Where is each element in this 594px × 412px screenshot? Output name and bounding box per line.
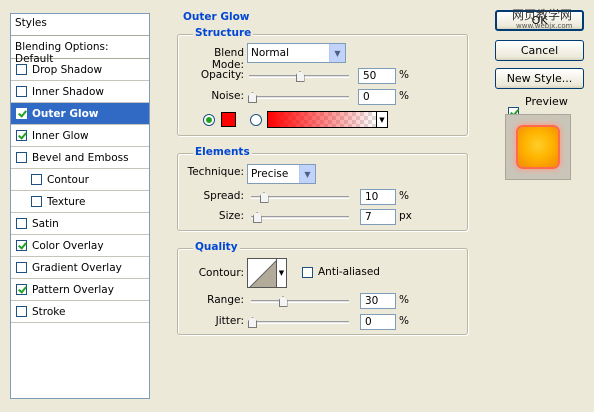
style-item-label: Inner Shadow xyxy=(32,85,104,98)
style-item-label: Color Overlay xyxy=(32,239,104,252)
style-item[interactable]: Satin xyxy=(11,213,149,235)
technique-label: Technique: xyxy=(187,166,244,178)
range-input[interactable]: 30 xyxy=(360,293,396,309)
technique-value: Precise xyxy=(251,168,289,180)
size-unit: px xyxy=(399,210,412,222)
range-unit: % xyxy=(399,294,409,306)
gradient-picker[interactable] xyxy=(267,111,377,128)
opacity-input[interactable]: 50 xyxy=(358,68,396,84)
style-item-label: Bevel and Emboss xyxy=(32,151,129,164)
style-checkbox[interactable] xyxy=(16,108,27,119)
style-checkbox[interactable] xyxy=(16,262,27,273)
elements-title: Elements xyxy=(193,146,252,158)
size-input[interactable]: 7 xyxy=(360,209,396,225)
spread-input[interactable]: 10 xyxy=(360,189,396,205)
anti-aliased-checkbox[interactable] xyxy=(302,267,313,278)
anti-aliased-label: Anti-aliased xyxy=(318,266,380,278)
style-preview-box xyxy=(505,114,571,180)
style-checkbox[interactable] xyxy=(31,174,42,185)
noise-unit: % xyxy=(399,90,409,102)
chevron-down-icon: ▼ xyxy=(299,165,315,183)
style-checkbox[interactable] xyxy=(16,218,27,229)
preview-label: Preview xyxy=(525,95,568,108)
style-item-label: Stroke xyxy=(32,305,66,318)
style-checkbox[interactable] xyxy=(16,86,27,97)
style-item[interactable]: Inner Shadow xyxy=(11,81,149,103)
jitter-unit: % xyxy=(399,315,409,327)
styles-header[interactable]: Styles xyxy=(11,14,149,36)
spread-unit: % xyxy=(399,190,409,202)
style-checkbox[interactable] xyxy=(16,64,27,75)
style-checkbox[interactable] xyxy=(16,306,27,317)
style-item-label: Texture xyxy=(47,195,86,208)
contour-label: Contour: xyxy=(198,267,244,279)
blending-options-item[interactable]: Blending Options: Default xyxy=(11,36,149,65)
style-item-label: Gradient Overlay xyxy=(32,261,122,274)
noise-input[interactable]: 0 xyxy=(358,89,396,105)
glow-color-swatch[interactable] xyxy=(221,112,236,127)
style-item[interactable]: Color Overlay xyxy=(11,235,149,257)
style-item[interactable]: Stroke xyxy=(11,301,149,323)
blend-mode-label: Blend Mode: xyxy=(211,47,244,71)
opacity-label: Opacity: xyxy=(200,69,244,81)
watermark-text: 网页教学网 xyxy=(512,8,573,22)
structure-title: Structure xyxy=(193,27,254,39)
noise-slider[interactable] xyxy=(249,96,349,99)
style-checkbox[interactable] xyxy=(16,152,27,163)
style-item[interactable]: Bevel and Emboss xyxy=(11,147,149,169)
solid-color-radio[interactable] xyxy=(203,114,215,126)
range-label: Range: xyxy=(207,294,244,306)
jitter-input[interactable]: 0 xyxy=(360,314,396,330)
jitter-label: Jitter: xyxy=(215,315,244,327)
quality-title: Quality xyxy=(193,241,240,253)
style-items: Drop Shadow Inner Shadow Outer Glow Inner G… xyxy=(11,59,149,323)
style-checkbox[interactable] xyxy=(31,196,42,207)
watermark-url: www.webjx.com xyxy=(516,22,573,30)
outer-glow-title: Outer Glow xyxy=(183,11,250,23)
blend-mode-value: Normal xyxy=(251,47,289,59)
style-item[interactable]: Contour xyxy=(11,169,149,191)
style-item[interactable]: Outer Glow xyxy=(11,103,149,125)
style-item-label: Contour xyxy=(47,173,89,186)
style-checkbox[interactable] xyxy=(16,284,27,295)
style-item[interactable]: Texture xyxy=(11,191,149,213)
style-item[interactable]: Inner Glow xyxy=(11,125,149,147)
new-style-button[interactable]: New Style... xyxy=(495,68,584,89)
style-item[interactable]: Gradient Overlay xyxy=(11,257,149,279)
style-preview-swatch xyxy=(518,127,558,167)
size-slider[interactable] xyxy=(251,216,349,219)
contour-picker[interactable] xyxy=(247,258,277,288)
opacity-unit: % xyxy=(399,69,409,81)
cancel-button[interactable]: Cancel xyxy=(495,40,584,61)
style-checkbox[interactable] xyxy=(16,240,27,251)
range-slider[interactable] xyxy=(251,300,349,303)
size-label: Size: xyxy=(218,210,244,222)
style-item-label: Satin xyxy=(32,217,59,230)
style-item-label: Outer Glow xyxy=(32,107,99,120)
style-item-label: Pattern Overlay xyxy=(32,283,114,296)
contour-dropdown-icon[interactable]: ▼ xyxy=(277,258,287,288)
styles-list: Styles Blending Options: Default Drop Sh… xyxy=(10,13,150,399)
contour-curve-icon xyxy=(249,260,276,287)
noise-label: Noise: xyxy=(211,90,244,102)
jitter-slider[interactable] xyxy=(249,321,349,324)
spread-label: Spread: xyxy=(203,190,244,202)
style-item-label: Inner Glow xyxy=(32,129,89,142)
style-item-label: Drop Shadow xyxy=(32,63,103,76)
gradient-dropdown-icon[interactable]: ▼ xyxy=(376,111,388,128)
gradient-radio[interactable] xyxy=(250,114,262,126)
technique-select[interactable]: Precise ▼ xyxy=(247,164,316,184)
style-item[interactable]: Pattern Overlay xyxy=(11,279,149,301)
chevron-down-icon: ▼ xyxy=(329,44,345,62)
style-checkbox[interactable] xyxy=(16,130,27,141)
blend-mode-select[interactable]: Normal ▼ xyxy=(247,43,346,63)
